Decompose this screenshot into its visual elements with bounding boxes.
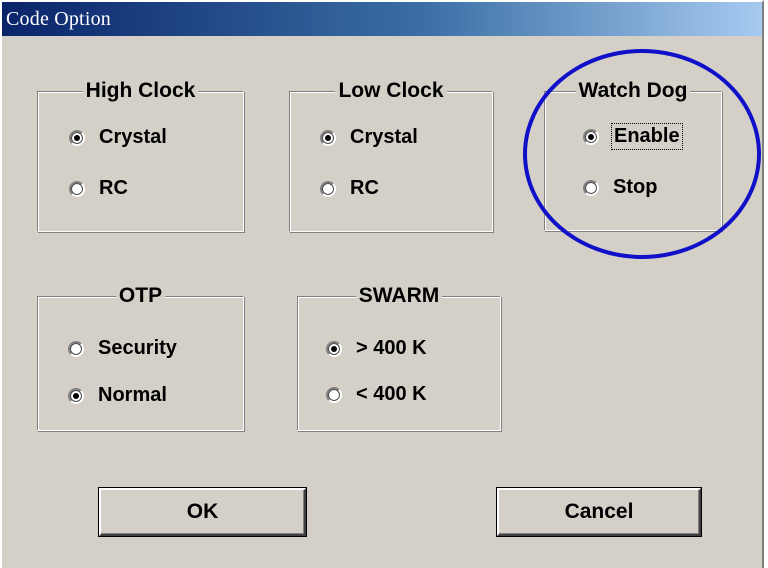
low-clock-rc-label: RC [350,177,379,199]
otp-normal-label: Normal [98,384,167,406]
swarm-below-400k-option[interactable]: < 400 K [326,383,427,406]
high-clock-crystal-option[interactable]: Crystal [69,126,167,149]
watch-dog-enable-label: Enable [611,123,683,150]
code-option-dialog: Code Option High Clock Crystal RC Low Cl… [0,0,764,568]
swarm-above-400k-option[interactable]: > 400 K [326,337,427,360]
high-clock-crystal-radio[interactable] [69,129,85,146]
cancel-button[interactable]: Cancel [497,488,701,536]
otp-security-radio[interactable] [68,340,84,357]
low-clock-crystal-option[interactable]: Crystal [320,126,418,149]
swarm-group: SWARM > 400 K < 400 K [297,284,501,431]
title-bar[interactable]: Code Option [2,2,762,36]
otp-group: OTP Security Normal [37,284,244,431]
watch-dog-label: Watch Dog [575,79,691,102]
low-clock-crystal-label: Crystal [350,126,418,148]
low-clock-rc-option[interactable]: RC [320,177,379,200]
otp-normal-radio[interactable] [68,387,84,404]
watch-dog-enable-radio[interactable] [583,128,599,145]
otp-label: OTP [115,284,166,307]
swarm-label: SWARM [355,284,443,307]
low-clock-crystal-radio[interactable] [320,129,336,146]
watch-dog-group: Watch Dog Enable Stop [544,79,722,231]
high-clock-label: High Clock [82,79,199,102]
window-title: Code Option [6,8,111,30]
high-clock-rc-option[interactable]: RC [69,177,128,200]
swarm-above-400k-label: > 400 K [356,337,427,359]
low-clock-rc-radio[interactable] [320,180,336,197]
swarm-below-400k-radio[interactable] [326,386,342,403]
high-clock-rc-label: RC [99,177,128,199]
otp-security-option[interactable]: Security [68,337,177,360]
otp-security-label: Security [98,337,177,359]
low-clock-group: Low Clock Crystal RC [289,79,493,232]
swarm-below-400k-label: < 400 K [356,383,427,405]
high-clock-crystal-label: Crystal [99,126,167,148]
otp-normal-option[interactable]: Normal [68,384,167,407]
high-clock-group: High Clock Crystal RC [37,79,244,232]
swarm-above-400k-radio[interactable] [326,340,342,357]
watch-dog-stop-option[interactable]: Stop [583,176,657,199]
watch-dog-enable-option[interactable]: Enable [583,123,683,150]
low-clock-label: Low Clock [335,79,447,102]
ok-button[interactable]: OK [99,488,306,536]
watch-dog-stop-label: Stop [613,176,658,198]
high-clock-rc-radio[interactable] [69,180,85,197]
watch-dog-stop-radio[interactable] [583,179,599,196]
